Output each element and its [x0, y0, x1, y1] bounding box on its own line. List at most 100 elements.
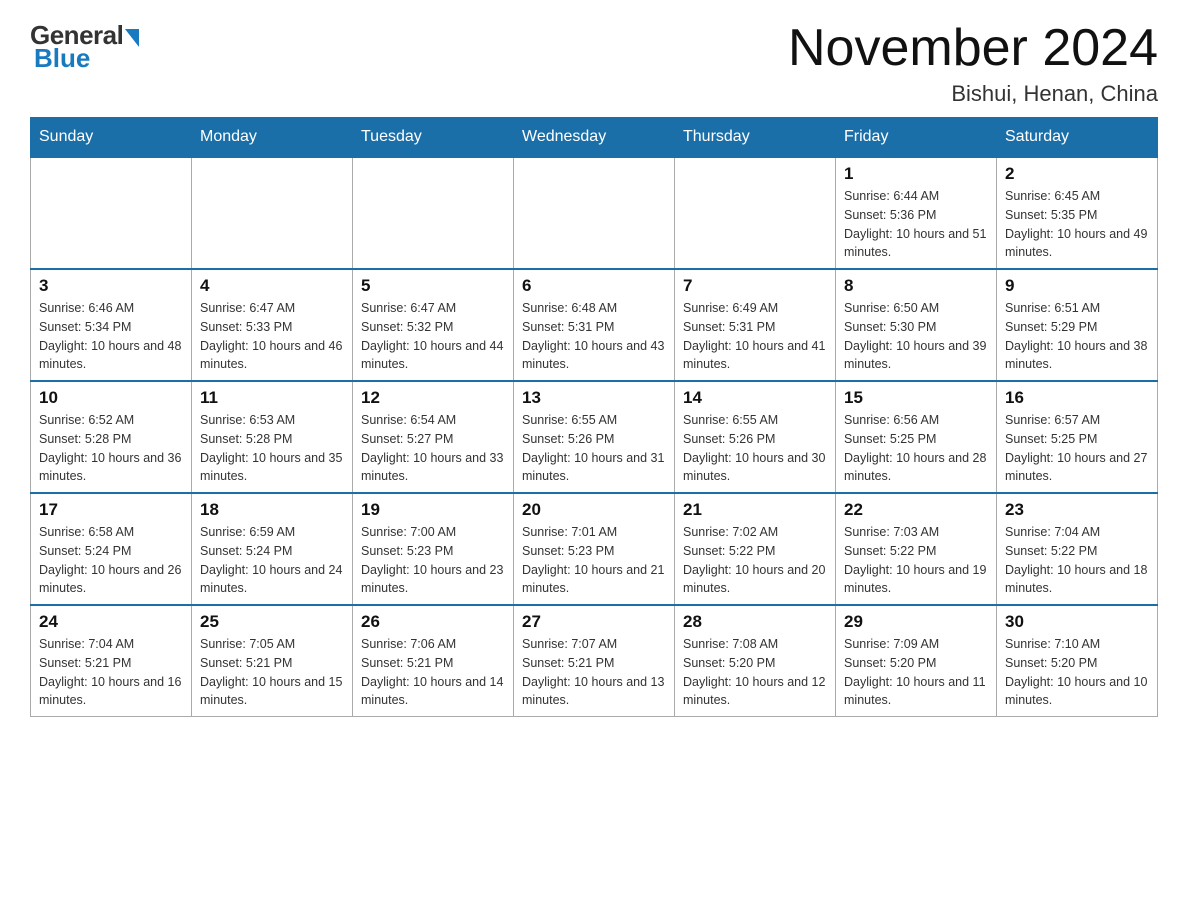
- day-info: Sunrise: 7:10 AM Sunset: 5:20 PM Dayligh…: [1005, 635, 1149, 710]
- calendar-cell: 21 Sunrise: 7:02 AM Sunset: 5:22 PM Dayli…: [675, 493, 836, 605]
- calendar-cell: 2Sunrise: 6:45 AM Sunset: 5:35 PM Daylig…: [997, 157, 1158, 269]
- calendar-cell: 14 Sunrise: 6:55 AM Sunset: 5:26 PM Dayli…: [675, 381, 836, 493]
- day-number: 5: [361, 276, 505, 296]
- day-number: 10: [39, 388, 183, 408]
- calendar-cell: 22 Sunrise: 7:03 AM Sunset: 5:22 PM Dayli…: [836, 493, 997, 605]
- day-info: Sunrise: 7:05 AM Sunset: 5:21 PM Dayligh…: [200, 635, 344, 710]
- day-info: Sunrise: 6:52 AM Sunset: 5:28 PM Dayligh…: [39, 411, 183, 486]
- calendar-cell: 25 Sunrise: 7:05 AM Sunset: 5:21 PM Dayli…: [192, 605, 353, 717]
- day-info: Sunrise: 7:04 AM Sunset: 5:21 PM Dayligh…: [39, 635, 183, 710]
- calendar-cell: 11 Sunrise: 6:53 AM Sunset: 5:28 PM Dayli…: [192, 381, 353, 493]
- title-area: November 2024 Bishui, Henan, China: [788, 20, 1158, 107]
- calendar-header-saturday: Saturday: [997, 118, 1158, 158]
- day-info: Sunrise: 6:56 AM Sunset: 5:25 PM Dayligh…: [844, 411, 988, 486]
- day-info: Sunrise: 7:06 AM Sunset: 5:21 PM Dayligh…: [361, 635, 505, 710]
- calendar-cell: 6Sunrise: 6:48 AM Sunset: 5:31 PM Daylig…: [514, 269, 675, 381]
- calendar-header-monday: Monday: [192, 118, 353, 158]
- day-info: Sunrise: 7:01 AM Sunset: 5:23 PM Dayligh…: [522, 523, 666, 598]
- calendar-cell: 19 Sunrise: 7:00 AM Sunset: 5:23 PM Dayli…: [353, 493, 514, 605]
- day-number: 15: [844, 388, 988, 408]
- day-info: Sunrise: 6:58 AM Sunset: 5:24 PM Dayligh…: [39, 523, 183, 598]
- day-info: Sunrise: 6:48 AM Sunset: 5:31 PM Dayligh…: [522, 299, 666, 374]
- calendar-header-tuesday: Tuesday: [353, 118, 514, 158]
- day-number: 4: [200, 276, 344, 296]
- day-info: Sunrise: 6:53 AM Sunset: 5:28 PM Dayligh…: [200, 411, 344, 486]
- calendar-week-row: 10 Sunrise: 6:52 AM Sunset: 5:28 PM Dayli…: [31, 381, 1158, 493]
- calendar-header-thursday: Thursday: [675, 118, 836, 158]
- day-number: 11: [200, 388, 344, 408]
- calendar-cell: 5Sunrise: 6:47 AM Sunset: 5:32 PM Daylig…: [353, 269, 514, 381]
- day-number: 23: [1005, 500, 1149, 520]
- calendar-cell: 1 Sunrise: 6:44 AM Sunset: 5:36 PM Daylig…: [836, 157, 997, 269]
- day-info: Sunrise: 7:02 AM Sunset: 5:22 PM Dayligh…: [683, 523, 827, 598]
- calendar-week-row: 17 Sunrise: 6:58 AM Sunset: 5:24 PM Dayli…: [31, 493, 1158, 605]
- calendar-header-row: SundayMondayTuesdayWednesdayThursdayFrid…: [31, 118, 1158, 158]
- day-info: Sunrise: 6:50 AM Sunset: 5:30 PM Dayligh…: [844, 299, 988, 374]
- calendar-cell: [675, 157, 836, 269]
- calendar-cell: 18 Sunrise: 6:59 AM Sunset: 5:24 PM Dayli…: [192, 493, 353, 605]
- day-number: 27: [522, 612, 666, 632]
- day-info: Sunrise: 6:59 AM Sunset: 5:24 PM Dayligh…: [200, 523, 344, 598]
- day-info: Sunrise: 7:07 AM Sunset: 5:21 PM Dayligh…: [522, 635, 666, 710]
- calendar-header-friday: Friday: [836, 118, 997, 158]
- calendar-cell: [192, 157, 353, 269]
- day-info: Sunrise: 6:55 AM Sunset: 5:26 PM Dayligh…: [522, 411, 666, 486]
- day-number: 17: [39, 500, 183, 520]
- day-info: Sunrise: 7:03 AM Sunset: 5:22 PM Dayligh…: [844, 523, 988, 598]
- day-number: 20: [522, 500, 666, 520]
- day-info: Sunrise: 6:46 AM Sunset: 5:34 PM Dayligh…: [39, 299, 183, 374]
- calendar-cell: [353, 157, 514, 269]
- calendar-cell: 29Sunrise: 7:09 AM Sunset: 5:20 PM Dayli…: [836, 605, 997, 717]
- header: General Blue November 2024 Bishui, Henan…: [30, 20, 1158, 107]
- day-number: 7: [683, 276, 827, 296]
- calendar-cell: 12Sunrise: 6:54 AM Sunset: 5:27 PM Dayli…: [353, 381, 514, 493]
- calendar-cell: 28 Sunrise: 7:08 AM Sunset: 5:20 PM Dayli…: [675, 605, 836, 717]
- day-number: 9: [1005, 276, 1149, 296]
- calendar-cell: 27 Sunrise: 7:07 AM Sunset: 5:21 PM Dayli…: [514, 605, 675, 717]
- day-number: 21: [683, 500, 827, 520]
- logo-blue-text: Blue: [34, 43, 90, 74]
- calendar-cell: [31, 157, 192, 269]
- logo: General Blue: [30, 20, 139, 74]
- calendar-cell: 8 Sunrise: 6:50 AM Sunset: 5:30 PM Daylig…: [836, 269, 997, 381]
- day-number: 19: [361, 500, 505, 520]
- day-info: Sunrise: 7:04 AM Sunset: 5:22 PM Dayligh…: [1005, 523, 1149, 598]
- calendar-week-row: 1 Sunrise: 6:44 AM Sunset: 5:36 PM Daylig…: [31, 157, 1158, 269]
- calendar-cell: 3 Sunrise: 6:46 AM Sunset: 5:34 PM Daylig…: [31, 269, 192, 381]
- logo-arrow-icon: [125, 29, 139, 47]
- day-info: Sunrise: 7:09 AM Sunset: 5:20 PM Dayligh…: [844, 635, 988, 710]
- calendar-cell: 13 Sunrise: 6:55 AM Sunset: 5:26 PM Dayli…: [514, 381, 675, 493]
- calendar-cell: 15 Sunrise: 6:56 AM Sunset: 5:25 PM Dayli…: [836, 381, 997, 493]
- day-number: 2: [1005, 164, 1149, 184]
- month-title: November 2024: [788, 20, 1158, 77]
- day-info: Sunrise: 6:55 AM Sunset: 5:26 PM Dayligh…: [683, 411, 827, 486]
- calendar-cell: 20 Sunrise: 7:01 AM Sunset: 5:23 PM Dayli…: [514, 493, 675, 605]
- calendar-cell: 16Sunrise: 6:57 AM Sunset: 5:25 PM Dayli…: [997, 381, 1158, 493]
- day-info: Sunrise: 7:00 AM Sunset: 5:23 PM Dayligh…: [361, 523, 505, 598]
- calendar-cell: [514, 157, 675, 269]
- day-number: 8: [844, 276, 988, 296]
- day-number: 18: [200, 500, 344, 520]
- calendar-cell: 9 Sunrise: 6:51 AM Sunset: 5:29 PM Daylig…: [997, 269, 1158, 381]
- day-info: Sunrise: 6:54 AM Sunset: 5:27 PM Dayligh…: [361, 411, 505, 486]
- day-info: Sunrise: 6:47 AM Sunset: 5:33 PM Dayligh…: [200, 299, 344, 374]
- calendar-cell: 10 Sunrise: 6:52 AM Sunset: 5:28 PM Dayli…: [31, 381, 192, 493]
- location-title: Bishui, Henan, China: [788, 81, 1158, 107]
- calendar-cell: 24 Sunrise: 7:04 AM Sunset: 5:21 PM Dayli…: [31, 605, 192, 717]
- calendar-cell: 26Sunrise: 7:06 AM Sunset: 5:21 PM Dayli…: [353, 605, 514, 717]
- calendar-week-row: 24 Sunrise: 7:04 AM Sunset: 5:21 PM Dayli…: [31, 605, 1158, 717]
- day-number: 28: [683, 612, 827, 632]
- day-info: Sunrise: 6:57 AM Sunset: 5:25 PM Dayligh…: [1005, 411, 1149, 486]
- day-number: 22: [844, 500, 988, 520]
- day-number: 24: [39, 612, 183, 632]
- day-number: 25: [200, 612, 344, 632]
- day-number: 14: [683, 388, 827, 408]
- day-info: Sunrise: 6:51 AM Sunset: 5:29 PM Dayligh…: [1005, 299, 1149, 374]
- day-info: Sunrise: 6:44 AM Sunset: 5:36 PM Dayligh…: [844, 187, 988, 262]
- day-number: 13: [522, 388, 666, 408]
- day-info: Sunrise: 7:08 AM Sunset: 5:20 PM Dayligh…: [683, 635, 827, 710]
- day-number: 1: [844, 164, 988, 184]
- day-number: 3: [39, 276, 183, 296]
- calendar-table: SundayMondayTuesdayWednesdayThursdayFrid…: [30, 117, 1158, 717]
- calendar-week-row: 3 Sunrise: 6:46 AM Sunset: 5:34 PM Daylig…: [31, 269, 1158, 381]
